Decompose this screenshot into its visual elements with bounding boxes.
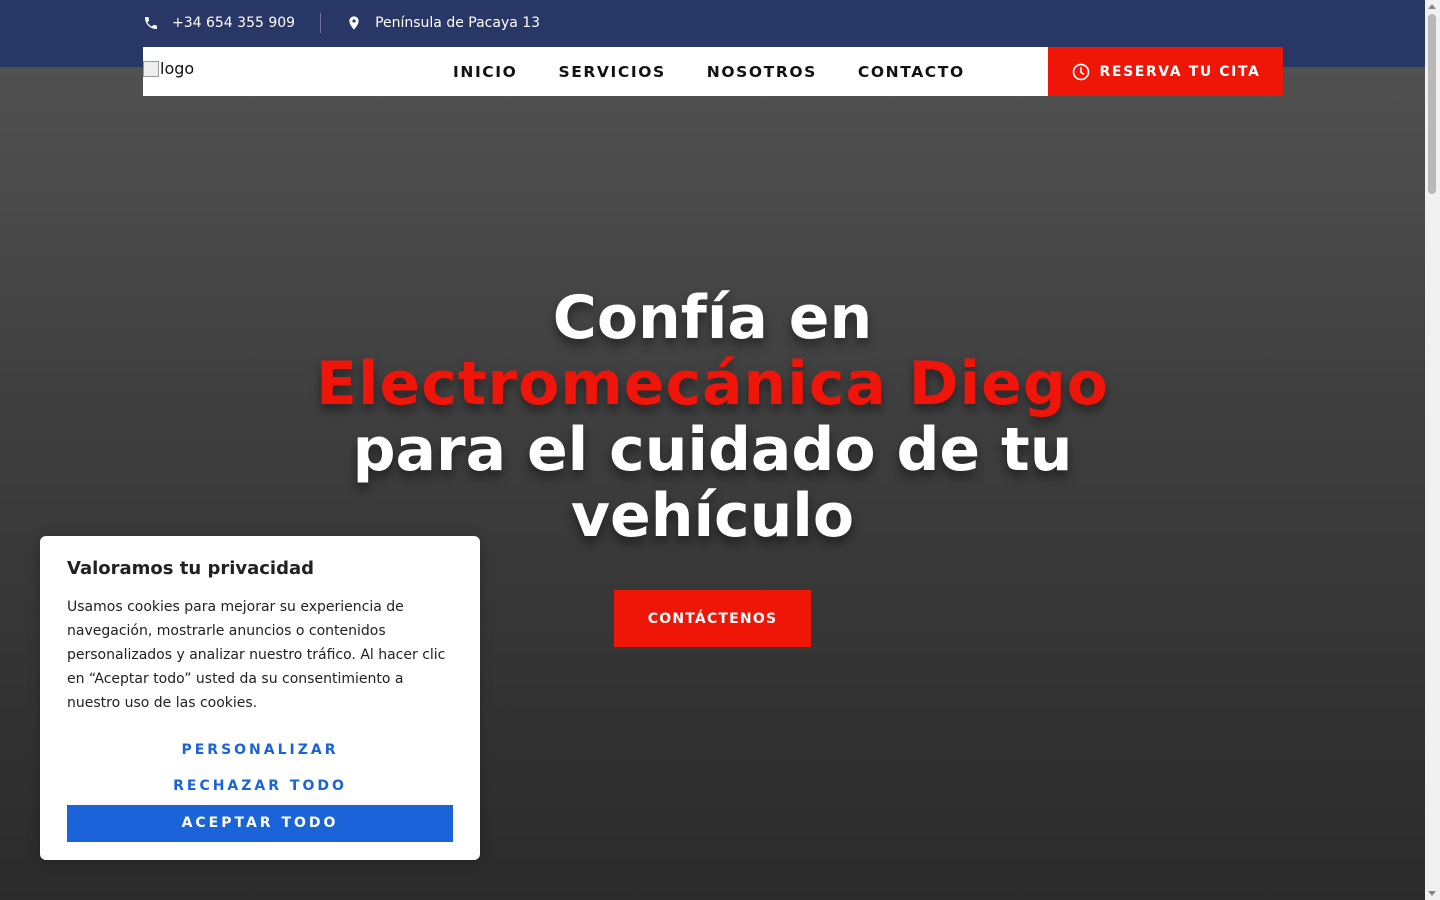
cookie-body: Usamos cookies para mejorar su experienc… <box>67 599 446 711</box>
divider <box>320 13 322 33</box>
scroll-up-arrow-icon[interactable] <box>1428 4 1436 9</box>
headline-accent: Electromecánica Diego <box>315 349 1110 419</box>
page-scrollbar[interactable] <box>1425 0 1440 900</box>
nav-item-inicio[interactable]: INICIO <box>453 63 517 81</box>
main-navbar: logo INICIO SERVICIOS NOSOTROS CONTACTO … <box>143 47 1283 96</box>
cookie-consent-dialog: Valoramos tu privacidad Usamos cookies p… <box>40 536 480 860</box>
accept-all-button[interactable]: ACEPTAR TODO <box>67 805 453 842</box>
cookie-title: Valoramos tu privacidad <box>67 558 315 579</box>
logo[interactable]: logo <box>143 59 194 78</box>
nav-item-contacto[interactable]: CONTACTO <box>858 63 965 81</box>
scroll-down-arrow-icon[interactable] <box>1428 891 1436 896</box>
broken-image-icon <box>143 60 159 77</box>
contact-us-button[interactable]: CONTÁCTENOS <box>614 590 811 647</box>
nav-item-nosotros[interactable]: NOSOTROS <box>707 63 817 81</box>
logo-alt-text: logo <box>160 59 195 78</box>
phone-number[interactable]: +34 654 355 909 <box>172 15 295 31</box>
headline-line-1: Confía en <box>552 283 873 353</box>
address-text[interactable]: Península de Pacaya 13 <box>375 15 540 31</box>
hero-headline: Confía en Electromecánica Diego para el … <box>300 285 1125 549</box>
clock-icon <box>1072 63 1089 80</box>
phone-icon <box>145 17 157 29</box>
main-nav: INICIO SERVICIOS NOSOTROS CONTACTO <box>453 47 1006 96</box>
address-contact[interactable]: Península de Pacaya 13 <box>346 15 540 31</box>
phone-contact[interactable]: +34 654 355 909 <box>143 15 295 31</box>
reject-all-button[interactable]: RECHAZAR TODO <box>67 775 453 797</box>
customize-cookies-button[interactable]: PERSONALIZAR <box>67 739 453 761</box>
nav-item-servicios[interactable]: SERVICIOS <box>558 63 665 81</box>
book-appointment-label: RESERVA TU CITA <box>1099 63 1261 80</box>
headline-line-3: para el cuidado de tu <box>352 415 1073 485</box>
scrollbar-thumb[interactable] <box>1428 14 1436 194</box>
contact-info: +34 654 355 909 Península de Pacaya 13 <box>143 12 540 34</box>
book-appointment-button[interactable]: RESERVA TU CITA <box>1048 47 1283 96</box>
map-pin-icon <box>349 16 359 30</box>
